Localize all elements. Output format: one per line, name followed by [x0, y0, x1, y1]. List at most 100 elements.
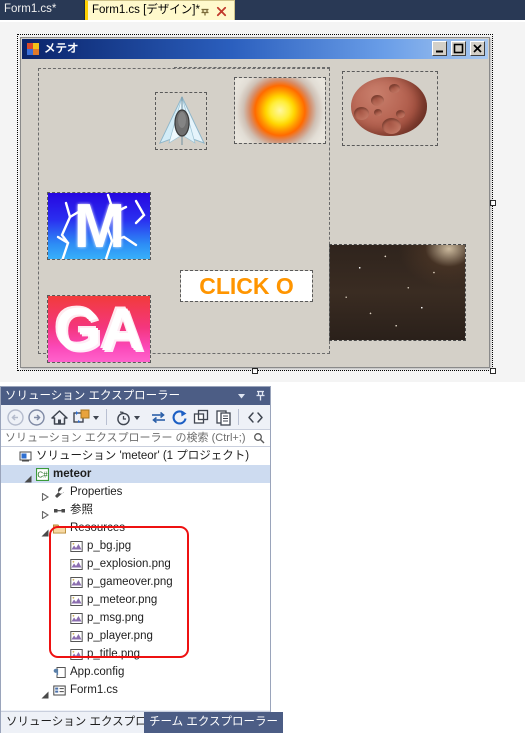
form-file-icon: [53, 684, 66, 697]
tree-item-p_explosion.png[interactable]: p_explosion.png: [1, 555, 270, 573]
solution-tree[interactable]: ソリューション 'meteor' (1 プロジェクト) C# meteor Prope…: [1, 447, 270, 710]
form-designer-surface[interactable]: メテオ M GA CLICK O: [0, 22, 525, 382]
search-input[interactable]: ソリューション エクスプローラー の検索 (Ctrl+;): [1, 430, 270, 447]
back-button[interactable]: [6, 408, 25, 427]
tree-item-label: ソリューション 'meteor' (1 プロジェクト): [36, 450, 250, 462]
tree-item-app.config[interactable]: App.config: [1, 663, 270, 681]
solution-views-dropdown-icon[interactable]: [91, 408, 101, 427]
expander-icon[interactable]: [41, 687, 49, 699]
tree-item-p_meteor.png[interactable]: p_meteor.png: [1, 591, 270, 609]
expander-icon[interactable]: [24, 471, 32, 483]
solution-explorer-header: ソリューション エクスプローラー: [1, 387, 270, 405]
tab-form1-cs-design[interactable]: Form1.cs [デザイン]*: [85, 0, 235, 20]
editor-tabstrip: Form1.cs* Form1.cs [デザイン]*: [0, 0, 525, 20]
title-letter: M: [73, 192, 126, 260]
crater: [354, 107, 370, 121]
config-file-icon: [53, 666, 66, 679]
forward-button[interactable]: [27, 408, 46, 427]
tabstrip-filler: [235, 0, 525, 20]
tab-form1-cs[interactable]: Form1.cs*: [0, 0, 85, 20]
msg-text: CLICK O: [199, 272, 294, 299]
tree-item-label: meteor: [53, 468, 92, 480]
csharp-project-icon: C#: [35, 467, 50, 482]
crater: [395, 110, 405, 118]
tree-item-p_title.png[interactable]: p_title.png: [1, 645, 270, 663]
meteor-picturebox[interactable]: [342, 71, 438, 146]
tree-item-p_gameover.png[interactable]: p_gameover.png: [1, 573, 270, 591]
toolbar-separator: [106, 409, 107, 425]
wrench-icon: [53, 486, 66, 499]
search-placeholder: ソリューション エクスプローラー の検索 (Ctrl+;): [5, 432, 246, 444]
background-picturebox[interactable]: [329, 244, 466, 341]
image-file-icon: [70, 540, 83, 553]
expander-icon[interactable]: [41, 525, 49, 537]
gameover-picturebox[interactable]: GA: [47, 295, 151, 363]
tree-item-p_player.png[interactable]: p_player.png: [1, 627, 270, 645]
form-titlebar: メテオ: [22, 39, 488, 59]
collapse-all-icon[interactable]: [192, 408, 211, 427]
tree-item-meteor[interactable]: C# meteor: [1, 465, 270, 483]
player-sprite: [156, 93, 206, 149]
solution-views-icon[interactable]: [72, 408, 91, 427]
close-icon[interactable]: [216, 5, 227, 17]
tree-item-label: p_gameover.png: [87, 576, 173, 588]
background-sprite: [330, 245, 465, 340]
resize-handle-bottom[interactable]: [252, 368, 258, 374]
crater: [371, 94, 384, 106]
form-title: メテオ: [44, 43, 79, 55]
folder-icon: [53, 522, 66, 535]
crater: [389, 83, 401, 94]
expander-icon[interactable]: [41, 489, 50, 502]
tree-item-label: p_bg.jpg: [87, 540, 132, 552]
resize-handle-right[interactable]: [490, 200, 496, 206]
solution-explorer-toolbar[interactable]: [1, 405, 270, 430]
msg-picturebox[interactable]: CLICK O: [180, 270, 313, 302]
crater: [381, 117, 402, 135]
tree-item-p_bg.jpg[interactable]: p_bg.jpg: [1, 537, 270, 555]
tree-item-resources[interactable]: Resources: [1, 519, 270, 537]
svg-text:C#: C#: [37, 471, 48, 480]
design-form[interactable]: メテオ M GA CLICK O: [20, 37, 490, 368]
minimize-icon[interactable]: [431, 41, 447, 56]
tree-item-p_msg.png[interactable]: p_msg.png: [1, 609, 270, 627]
maximize-icon[interactable]: [450, 41, 466, 56]
tree-item-label: p_meteor.png: [87, 594, 158, 606]
explosion-picturebox[interactable]: [234, 77, 326, 144]
tab-label: Form1.cs*: [4, 3, 57, 15]
show-all-files-icon[interactable]: [214, 408, 233, 427]
tree-item-meteor1[interactable]: ソリューション 'meteor' (1 プロジェクト): [1, 447, 270, 465]
magnifier-icon[interactable]: [253, 432, 265, 444]
resize-handle-bottom-right[interactable]: [490, 368, 496, 374]
tree-item-label: Form1.cs: [70, 684, 118, 696]
tab-team-explorer[interactable]: チーム エクスプローラー: [144, 712, 284, 733]
gameover-sprite: GA: [48, 296, 150, 362]
close-icon[interactable]: [470, 41, 485, 56]
angle-brackets-icon[interactable]: [246, 408, 265, 427]
solution-explorer-panel[interactable]: ソリューション エクスプローラー ソリューション エクスプローラー の検索 (C…: [0, 386, 284, 733]
tree-item-properties[interactable]: Properties: [1, 483, 270, 502]
title-sprite: M: [48, 193, 150, 259]
refresh-icon[interactable]: [170, 408, 189, 427]
clock-dropdown-icon[interactable]: [132, 408, 142, 427]
tree-item-form1.cs[interactable]: Form1.cs: [1, 681, 270, 699]
image-file-icon: [70, 630, 83, 643]
tab-label: チーム エクスプローラー: [149, 716, 279, 728]
player-picturebox[interactable]: [155, 92, 207, 150]
solution-icon: [19, 450, 32, 463]
home-icon[interactable]: [50, 408, 69, 427]
image-file-icon: [70, 594, 83, 607]
tab-label: Form1.cs [デザイン]*: [92, 4, 200, 16]
expander-icon[interactable]: [41, 507, 50, 520]
meteor-sprite: [351, 77, 427, 136]
panel-title: ソリューション エクスプローラー: [5, 390, 181, 402]
tree-item-label: p_player.png: [87, 630, 153, 642]
form-client-area[interactable]: M GA CLICK O: [22, 59, 488, 366]
pin-icon[interactable]: [200, 5, 210, 17]
tree-item-[interactable]: 参照: [1, 501, 270, 520]
toolbar-separator: [238, 409, 239, 425]
clock-icon[interactable]: [114, 408, 133, 427]
sync-arrows-icon[interactable]: [149, 408, 168, 427]
tree-item-label: 参照: [70, 504, 93, 516]
references-icon: [53, 504, 66, 517]
title-picturebox[interactable]: M: [47, 192, 151, 260]
